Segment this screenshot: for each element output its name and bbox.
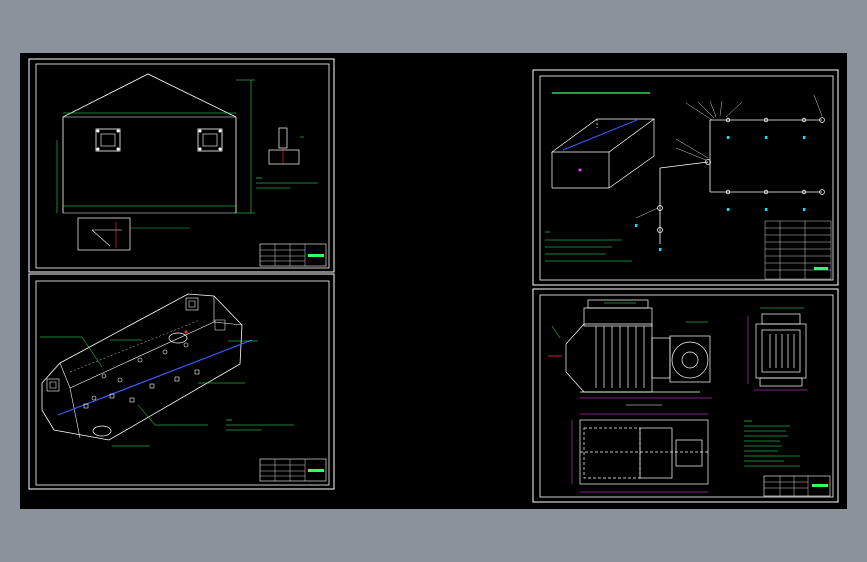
cad-drawing-canvas: [20, 53, 847, 509]
